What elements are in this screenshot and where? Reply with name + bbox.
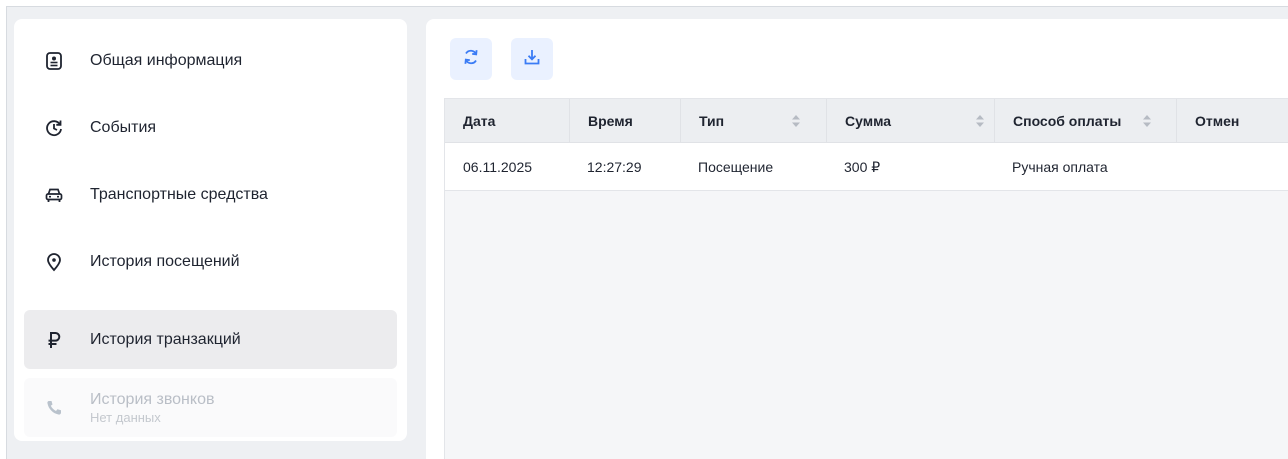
car-icon (42, 183, 66, 207)
cell-type: Посещение (698, 159, 774, 175)
cell-payment-method: Ручная оплата (1012, 159, 1108, 175)
refresh-icon (462, 48, 480, 71)
column-header-payment-method[interactable]: Способ оплаты (994, 99, 1176, 143)
sidebar-item-general-info[interactable]: Общая информация (24, 31, 397, 90)
cell-time: 12:27:29 (587, 159, 642, 175)
table-header: Дата Время Тип Сумма Способ оплаты Отмен (445, 99, 1288, 143)
download-button[interactable] (511, 38, 553, 80)
clock-refresh-icon (42, 116, 66, 140)
sidebar-item-label: События (90, 118, 157, 136)
download-icon (523, 48, 541, 71)
column-header-cancel: Отмен (1176, 99, 1288, 143)
sidebar-item-call-history: История звонков Нет данных (24, 378, 397, 437)
cell-amount: 300 ₽ (844, 158, 881, 175)
cell-cancel (1176, 143, 1288, 191)
sidebar-item-events[interactable]: События (24, 98, 397, 157)
column-header-date: Дата (463, 113, 496, 129)
sort-icon[interactable] (791, 114, 801, 128)
column-header-amount[interactable]: Сумма (826, 99, 994, 143)
sidebar-item-sublabel: Нет данных (90, 409, 161, 425)
column-header-time: Время (569, 99, 680, 143)
sidebar-item-visit-history[interactable]: История посещений (24, 232, 397, 291)
sort-icon[interactable] (975, 114, 985, 128)
transactions-table: Дата Время Тип Сумма Способ оплаты Отмен… (444, 98, 1288, 459)
profile-card-icon (42, 49, 66, 73)
phone-icon (42, 396, 66, 420)
sidebar-item-label: Транспортные средства (90, 185, 268, 203)
sidebar-item-transaction-history[interactable]: История транзакций (24, 310, 397, 369)
location-pin-icon (42, 250, 66, 274)
refresh-button[interactable] (450, 38, 492, 80)
sidebar-item-label: История транзакций (90, 330, 241, 348)
sort-icon[interactable] (1142, 114, 1152, 128)
sidebar-item-vehicles[interactable]: Транспортные средства (24, 165, 397, 224)
ruble-icon (42, 328, 66, 352)
sidebar-item-label: Общая информация (90, 51, 243, 69)
cell-date: 06.11.2025 (463, 159, 533, 175)
column-header-type[interactable]: Тип (680, 99, 826, 143)
table-row[interactable]: 06.11.2025 12:27:29 Посещение 300 ₽ Ручн… (445, 143, 1288, 191)
main-panel: Дата Время Тип Сумма Способ оплаты Отмен… (426, 19, 1288, 459)
sidebar-item-label: История звонков (90, 390, 215, 408)
sidebar-item-label: История посещений (90, 252, 240, 270)
sidebar-nav: Общая информация События Транспортные ср… (14, 19, 407, 441)
